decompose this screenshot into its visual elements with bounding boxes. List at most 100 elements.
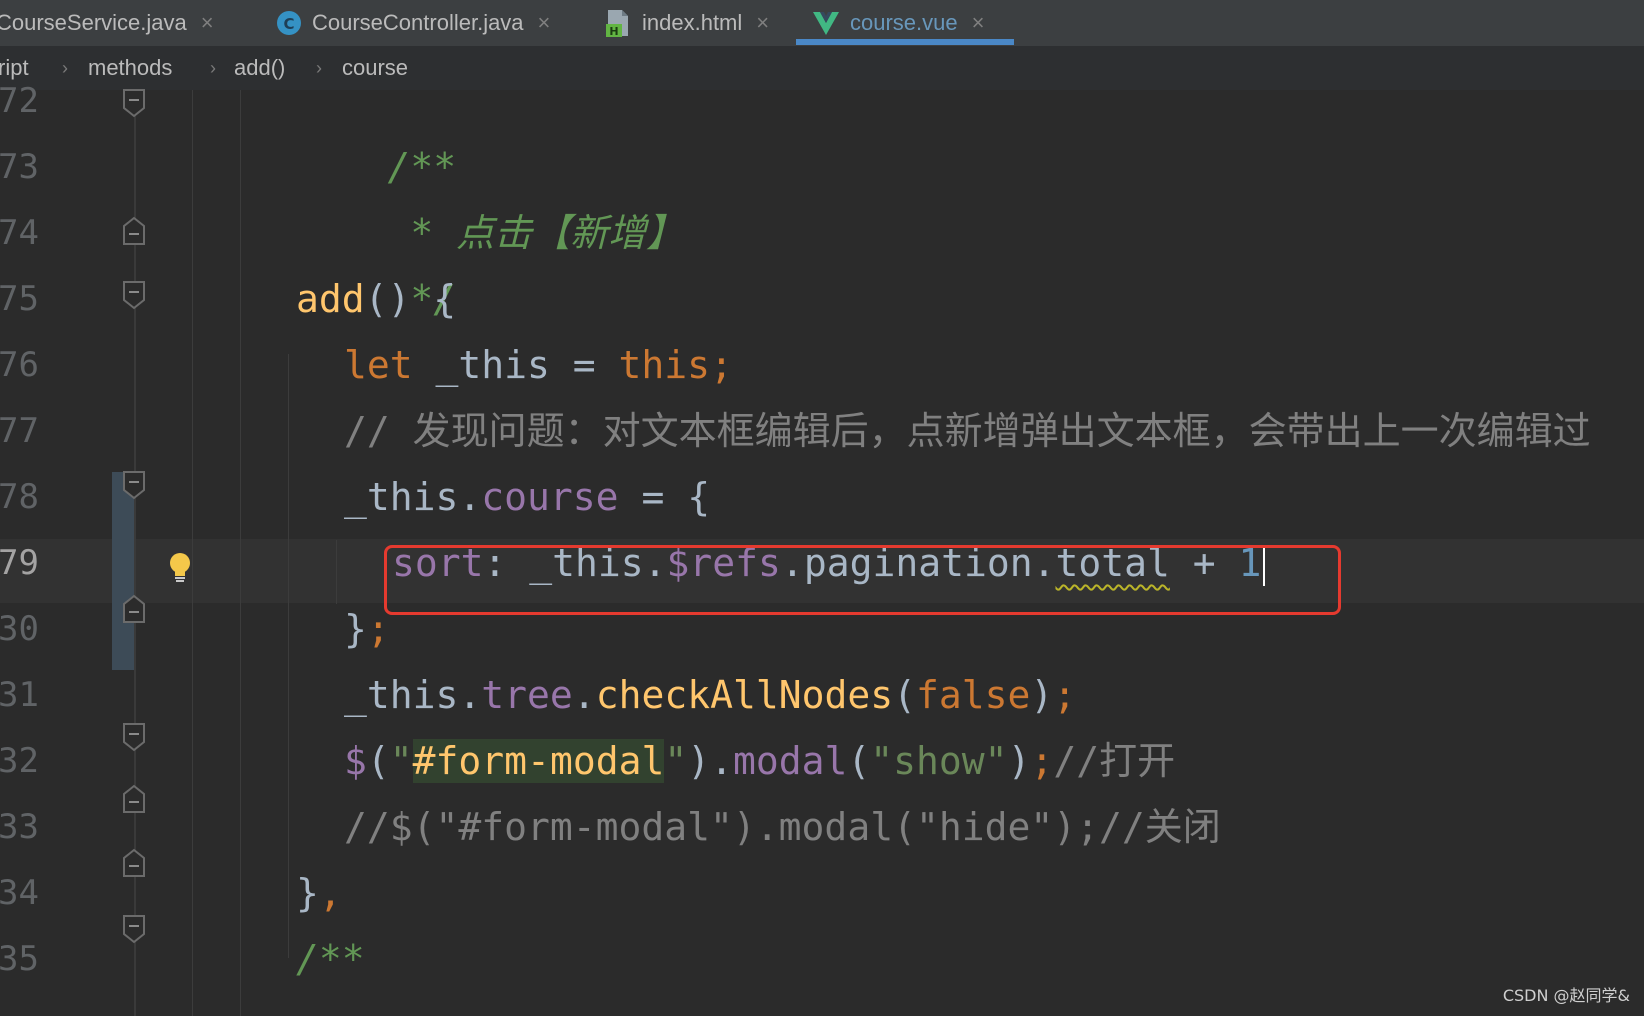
fold-collapse-icon[interactable] (122, 88, 146, 118)
code-line-75: add() { (296, 266, 456, 332)
code-text: _this. (344, 475, 482, 519)
tab-label: index.html (642, 10, 743, 35)
close-icon[interactable]: × (201, 10, 214, 36)
function-name: checkAllNodes (595, 673, 894, 717)
code-text: ( (366, 739, 390, 783)
line-comment: // 发现问题：对文本框编辑后，点新增弹出文本框，会带出上一次编辑过 (344, 409, 1591, 453)
tab-index-html[interactable]: H index.html × (604, 0, 769, 46)
keyword: ; (1053, 673, 1077, 717)
code-text: ( (893, 673, 916, 717)
doc-comment: /** (296, 937, 365, 981)
code-text: } (344, 607, 367, 651)
selector-highlight: #form-modal (412, 739, 665, 783)
tab-coursecontroller-java[interactable]: C CourseController.java × (276, 0, 550, 46)
code-line-85: /** (296, 926, 365, 992)
code-line-72: /** (296, 68, 457, 189)
string-literal: "show" (870, 739, 1008, 783)
code-line-78: _this.course = { (344, 464, 710, 530)
code-line-77: // 发现问题：对文本框编辑后，点新增弹出文本框，会带出上一次编辑过 (344, 398, 1591, 464)
method-name: modal (733, 739, 848, 783)
indent-guide (240, 90, 241, 1016)
line-number-current: 79 (0, 543, 39, 583)
close-icon[interactable]: × (972, 10, 985, 36)
fold-end-icon[interactable] (122, 784, 146, 814)
tab-courseservice-java[interactable]: CourseService.java × (0, 0, 214, 46)
svg-text:C: C (283, 15, 294, 33)
code-line-83: //$("#form-modal").modal("hide");//关闭 (344, 794, 1221, 860)
tab-label: CourseController.java (312, 10, 524, 35)
close-icon[interactable]: × (538, 10, 551, 36)
code-line-84: }, (296, 860, 342, 926)
line-number: 73 (0, 147, 39, 187)
string-literal: " (664, 739, 688, 783)
line-number: 77 (0, 411, 39, 451)
indent-guide (288, 354, 289, 958)
code-text: = { (618, 475, 711, 519)
breadcrumb: ript › methods › add() › course (0, 46, 1644, 91)
code-line-81: _this.tree.checkAllNodes(false); (344, 662, 1076, 728)
line-number: 76 (0, 345, 39, 385)
code-text: } (296, 871, 319, 915)
annotation-highlight-box (384, 545, 1341, 615)
keyword: ; (366, 607, 390, 651)
breadcrumb-item-add[interactable]: add() (234, 46, 285, 90)
line-number: 72 (0, 81, 39, 121)
chevron-right-icon: › (62, 58, 68, 78)
lightbulb-icon[interactable] (167, 552, 193, 584)
watermark: CSDN @赵同学& (1502, 986, 1630, 1005)
svg-text:H: H (609, 25, 618, 38)
line-number: 75 (0, 279, 39, 319)
line-number: 78 (0, 477, 39, 517)
code-line-76: let _this = this; (344, 332, 733, 398)
fold-end-icon[interactable] (122, 594, 146, 624)
code-text: ( (847, 739, 871, 783)
line-number: 34 (0, 873, 39, 913)
line-comment: //$("#form-modal").modal("hide");//关闭 (344, 805, 1221, 849)
indent-guide (336, 540, 337, 604)
fold-end-icon[interactable] (122, 848, 146, 878)
code-text: _this. (344, 673, 482, 717)
string-literal: " (389, 739, 413, 783)
active-tab-indicator (796, 39, 1014, 45)
code-text: () { (364, 277, 457, 321)
keyword: let (344, 343, 413, 387)
breadcrumb-item-methods[interactable]: methods (88, 46, 172, 90)
code-line-73: * 点击【新增】 (296, 134, 684, 255)
keyword: ; (1030, 739, 1054, 783)
code-line-74: */ (296, 200, 456, 321)
fold-collapse-icon[interactable] (122, 470, 146, 500)
jquery-symbol: $ (344, 739, 367, 783)
fold-collapse-icon[interactable] (122, 722, 146, 752)
property: course (481, 475, 619, 519)
line-number: 30 (0, 609, 39, 649)
line-number: 33 (0, 807, 39, 847)
code-text: ) (1007, 739, 1031, 783)
fold-collapse-icon[interactable] (122, 280, 146, 310)
keyword: this; (618, 343, 733, 387)
tab-label: course.vue (850, 10, 958, 35)
line-number: 31 (0, 675, 39, 715)
tab-label: CourseService.java (0, 10, 187, 35)
vue-file-icon (812, 10, 840, 36)
code-text: ) (1030, 673, 1054, 717)
line-number: 32 (0, 741, 39, 781)
keyword: false (916, 673, 1031, 717)
editor-tab-bar: CourseService.java × C CourseController.… (0, 0, 1644, 47)
fold-scope-marker (112, 472, 134, 670)
fold-end-icon[interactable] (122, 216, 146, 246)
code-line-82: $("#form-modal").modal("show");//打开 (344, 728, 1175, 794)
line-comment: //打开 (1053, 739, 1176, 783)
fold-collapse-icon[interactable] (122, 914, 146, 944)
chevron-right-icon: › (210, 58, 216, 78)
code-editor[interactable]: 72 73 74 75 76 77 78 79 30 31 32 33 34 3… (0, 81, 1644, 1016)
code-line-80: }; (344, 596, 390, 662)
keyword: , (318, 871, 342, 915)
line-number: 35 (0, 939, 39, 979)
html-file-icon: H (604, 8, 632, 38)
property: tree (481, 673, 573, 717)
code-text: _this = (412, 343, 619, 387)
java-class-icon: C (276, 10, 302, 36)
code-text: . (572, 673, 596, 717)
function-name: add (296, 277, 365, 321)
close-icon[interactable]: × (756, 10, 769, 36)
